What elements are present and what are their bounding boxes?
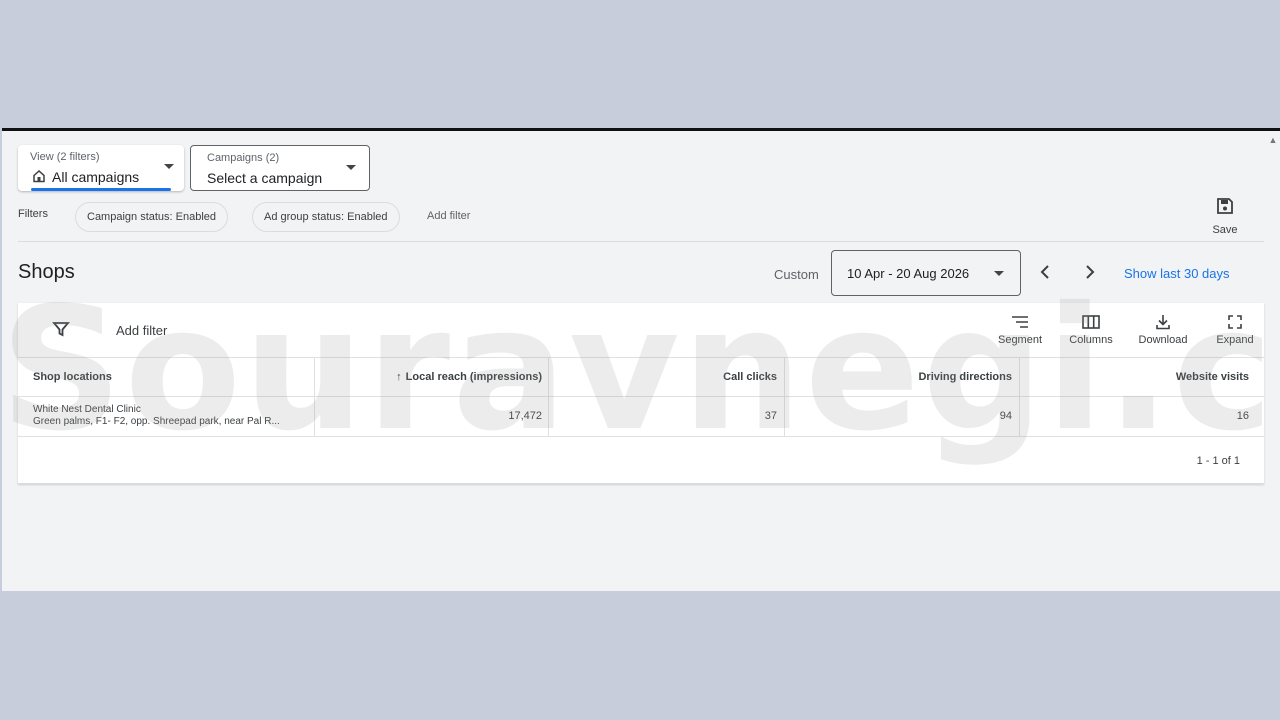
filter-chip-ad-group-status[interactable]: Ad group status: Enabled [252, 202, 400, 232]
column-divider [314, 397, 315, 436]
download-icon [1134, 312, 1192, 332]
table-row[interactable]: White Nest Dental Clinic Green palms, F1… [18, 397, 1264, 437]
header-local-reach[interactable]: ↑ Local reach (impressions) [396, 358, 542, 397]
header-driving-directions[interactable]: Driving directions [918, 358, 1012, 397]
table-add-filter[interactable]: Add filter [116, 323, 167, 338]
page-title: Shops [18, 261, 75, 283]
columns-button[interactable]: Columns [1066, 312, 1116, 346]
active-underline [31, 188, 171, 191]
header-call-clicks[interactable]: Call clicks [723, 358, 777, 397]
column-divider [314, 358, 315, 397]
campaign-selector-label: Campaigns (2) [207, 152, 280, 164]
scroll-up-icon[interactable]: ▲ [1268, 135, 1278, 145]
column-divider [548, 397, 549, 436]
column-divider [784, 397, 785, 436]
download-button[interactable]: Download [1134, 312, 1192, 346]
date-range-type-label: Custom [774, 267, 819, 282]
expand-button[interactable]: Expand [1210, 312, 1260, 346]
header-website-visits[interactable]: Website visits [1176, 358, 1249, 397]
segment-button[interactable]: Segment [995, 312, 1045, 346]
campaign-selector[interactable]: Campaigns (2) Select a campaign [190, 145, 370, 191]
chevron-left-icon[interactable] [1035, 262, 1055, 282]
save-label: Save [1212, 224, 1238, 236]
view-selector-label: View (2 filters) [30, 151, 100, 163]
sort-ascending-icon: ↑ [396, 371, 402, 383]
campaign-selector-value: Select a campaign [207, 170, 323, 186]
filter-chip-campaign-status[interactable]: Campaign status: Enabled [75, 202, 229, 232]
cell-local-reach: 17,472 [508, 410, 542, 422]
save-icon [1216, 197, 1234, 220]
shop-location-cell: White Nest Dental Clinic Green palms, F1… [33, 404, 280, 428]
segment-icon [995, 312, 1045, 332]
filters-label: Filters [18, 208, 48, 220]
show-last-30-days-link[interactable]: Show last 30 days [1124, 266, 1230, 281]
cell-driving-directions: 94 [999, 410, 1012, 422]
column-divider [1019, 397, 1020, 436]
save-button[interactable]: Save [1205, 195, 1245, 237]
header-local-reach-label: Local reach (impressions) [405, 371, 542, 383]
home-icon [32, 169, 46, 183]
shop-address: Green palms, F1- F2, opp. Shreepad park,… [33, 416, 280, 427]
pagination-label: 1 - 1 of 1 [1196, 455, 1240, 467]
filter-icon[interactable] [52, 320, 70, 338]
date-range-value: 10 Apr - 20 Aug 2026 [847, 266, 970, 281]
expand-label: Expand [1216, 334, 1254, 346]
add-filter-link[interactable]: Add filter [427, 210, 470, 222]
divider [18, 241, 1264, 242]
table-header-row: Shop locations ↑ Local reach (impressions… [18, 357, 1264, 397]
expand-icon [1210, 312, 1260, 332]
chevron-down-icon [164, 164, 174, 169]
column-divider [548, 358, 549, 397]
shop-name: White Nest Dental Clinic [33, 404, 141, 415]
chevron-down-icon [994, 271, 1004, 276]
column-divider [784, 358, 785, 397]
cell-website-visits: 16 [1236, 410, 1249, 422]
ads-window: ▲ View (2 filters) All campaigns Campaig… [2, 128, 1280, 591]
header-shop-locations[interactable]: Shop locations [33, 358, 112, 397]
cell-call-clicks: 37 [764, 410, 777, 422]
chevron-right-icon[interactable] [1080, 262, 1100, 282]
date-range-picker[interactable]: 10 Apr - 20 Aug 2026 [831, 250, 1021, 296]
column-divider [1019, 358, 1020, 397]
chevron-down-icon [346, 165, 356, 170]
columns-label: Columns [1069, 334, 1113, 346]
segment-label: Segment [997, 334, 1043, 346]
columns-icon [1066, 312, 1116, 332]
download-label: Download [1138, 334, 1188, 346]
view-selector[interactable]: View (2 filters) All campaigns [18, 145, 184, 191]
view-selector-value: All campaigns [52, 169, 140, 185]
shops-table-card: Add filter Segment Columns Download Expa… [18, 303, 1264, 484]
